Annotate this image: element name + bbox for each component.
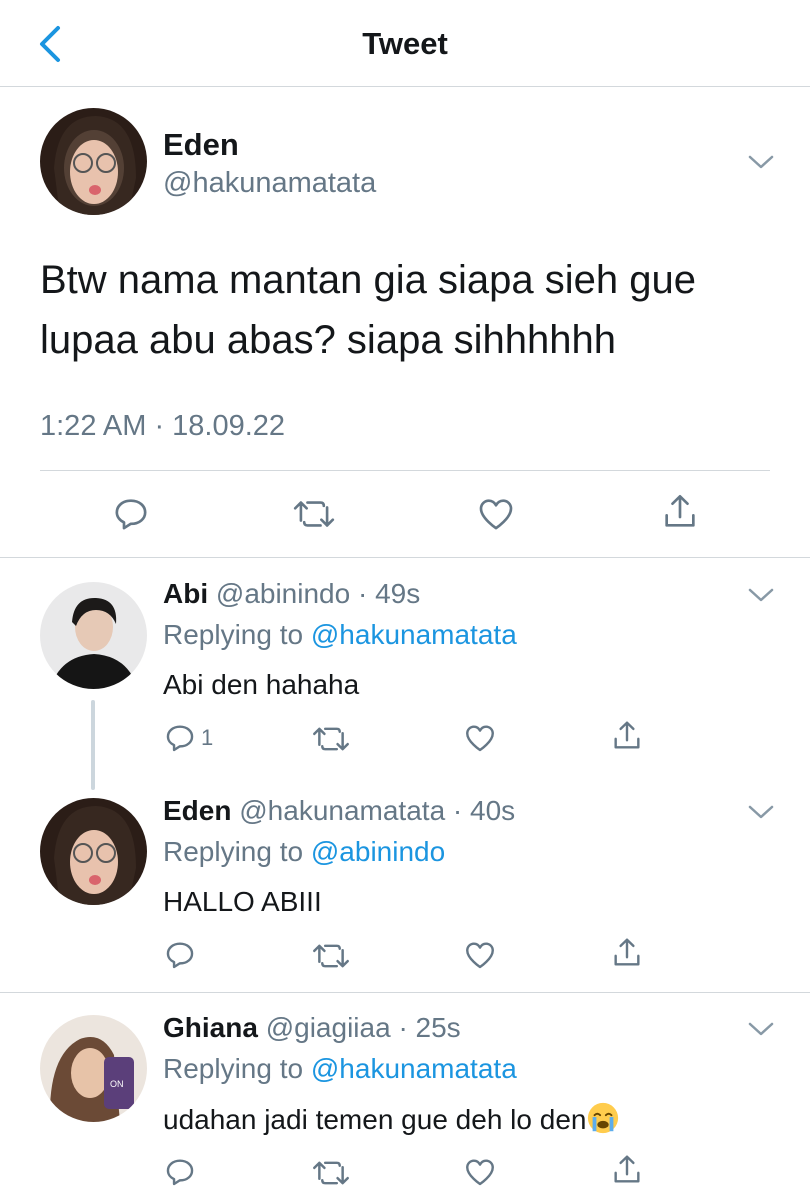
chevron-down-icon (748, 588, 774, 602)
share-button[interactable] (610, 1153, 644, 1187)
reply-count: 1 (201, 725, 214, 750)
avatar[interactable]: ON (40, 1015, 147, 1122)
reply-button[interactable]: 1 (163, 721, 213, 755)
divider (0, 557, 810, 558)
share-icon (614, 938, 640, 966)
replying-to-label: Replying to (163, 836, 304, 867)
heart-icon (479, 499, 513, 530)
reply-time: · 49s (357, 578, 421, 609)
heart-icon (466, 942, 494, 969)
replying-to-label: Replying to (163, 619, 304, 650)
retweet-icon (313, 944, 349, 968)
reply-icon (166, 942, 194, 969)
retweet-button[interactable] (312, 940, 350, 972)
reply-button[interactable] (163, 938, 197, 972)
reply-text: HALLO ABIII (163, 886, 322, 917)
reply-text: udahan jadi temen gue deh lo den (163, 1101, 620, 1136)
reply-icon (115, 499, 147, 530)
like-button[interactable] (476, 494, 516, 534)
heart-icon (466, 1159, 494, 1186)
share-button[interactable] (610, 936, 644, 970)
like-button[interactable] (463, 721, 497, 755)
tweet-options-button[interactable] (746, 1019, 776, 1039)
reply-button[interactable] (111, 494, 151, 534)
top-bar: Tweet (0, 0, 810, 87)
reply-icon (166, 1159, 194, 1186)
reply-author-handle[interactable]: @hakunamatata (239, 795, 445, 826)
replying-to-label: Replying to (163, 1053, 304, 1084)
chevron-down-icon (748, 1022, 774, 1036)
tweet-timestamp: 1:22 AM · 18.09.22 (40, 410, 286, 442)
reply-header: Ghiana @giagiiaa · 25s (163, 1012, 461, 1044)
reply-icon (166, 725, 194, 752)
author-name[interactable]: Eden (163, 127, 239, 163)
replying-to: Replying to @hakunamatata (163, 1053, 517, 1085)
retweet-icon (313, 1161, 349, 1185)
author-handle[interactable]: @hakunamatata (163, 167, 376, 200)
retweet-button[interactable] (312, 723, 350, 755)
reply-header: Eden @hakunamatata · 40s (163, 795, 515, 827)
share-button[interactable] (610, 719, 644, 753)
replying-to: Replying to @abinindo (163, 836, 445, 868)
heart-icon (466, 725, 494, 752)
share-icon (665, 495, 695, 527)
svg-text:ON: ON (110, 1079, 124, 1089)
replying-to-link[interactable]: @abinindo (311, 836, 445, 867)
reply-author-name[interactable]: Eden (163, 795, 231, 826)
reply-text-content: udahan jadi temen gue deh lo den (163, 1104, 587, 1135)
reply-time: · 40s (452, 795, 516, 826)
share-icon (614, 1155, 640, 1183)
retweet-button[interactable] (312, 1157, 350, 1189)
like-button[interactable] (463, 938, 497, 972)
page-title: Tweet (362, 26, 448, 61)
reply-author-name[interactable]: Abi (163, 578, 208, 609)
tweet-options-button[interactable] (746, 152, 776, 172)
retweet-icon (313, 727, 349, 751)
reply-button[interactable] (163, 1155, 197, 1189)
avatar[interactable] (40, 108, 147, 215)
chevron-down-icon (748, 805, 774, 819)
replying-to: Replying to @hakunamatata (163, 619, 517, 651)
reply-author-handle[interactable]: @abinindo (216, 578, 350, 609)
replying-to-link[interactable]: @hakunamatata (311, 619, 517, 650)
reply-time: · 25s (398, 1012, 461, 1043)
reply-author-handle[interactable]: @giagiiaa (266, 1012, 391, 1043)
retweet-button[interactable] (292, 496, 336, 532)
divider (0, 992, 810, 993)
crying-face-emoji (588, 1102, 619, 1134)
chevron-down-icon (748, 155, 774, 169)
divider (40, 470, 770, 471)
replying-to-link[interactable]: @hakunamatata (311, 1053, 517, 1084)
thread-connector (91, 700, 95, 790)
reply-author-name[interactable]: Ghiana (163, 1012, 258, 1043)
like-button[interactable] (463, 1155, 497, 1189)
tweet-options-button[interactable] (746, 802, 776, 822)
share-button[interactable] (660, 492, 700, 532)
avatar[interactable] (40, 798, 147, 905)
retweet-icon (293, 501, 335, 527)
reply-text: Abi den hahaha (163, 669, 360, 700)
tweet-text: Btw nama mantan gia siapa sieh gue lupaa… (40, 258, 696, 362)
reply-header: Abi @abinindo · 49s (163, 578, 420, 610)
share-icon (614, 721, 640, 749)
tweet-options-button[interactable] (746, 585, 776, 605)
avatar[interactable] (40, 582, 147, 689)
